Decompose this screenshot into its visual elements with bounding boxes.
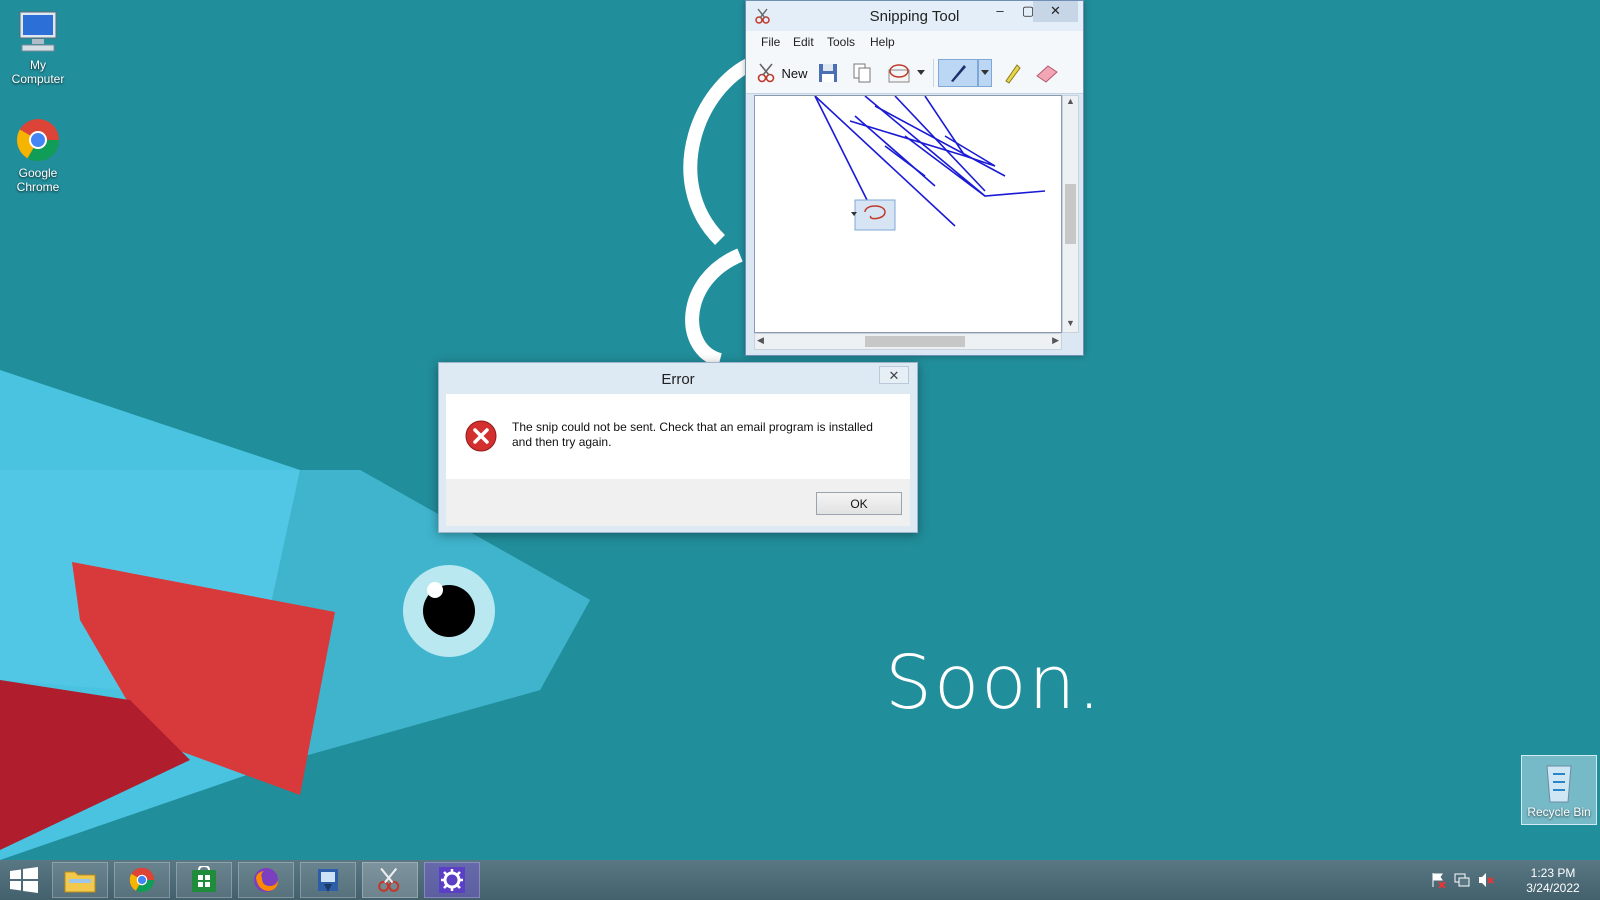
minimize-icon: – <box>996 3 1004 18</box>
copy-button[interactable] <box>848 59 876 87</box>
app-icon <box>318 869 338 892</box>
error-message-line: and then try again. <box>512 435 612 449</box>
horizontal-scrollbar[interactable]: ◀ ▶ <box>754 333 1062 350</box>
send-snip-button[interactable] <box>884 59 914 87</box>
pen-icon <box>951 65 966 82</box>
snip-canvas[interactable] <box>754 95 1062 333</box>
recycle-bin-label: Recycle Bin <box>1527 805 1591 819</box>
taskbar-chrome[interactable] <box>114 862 170 898</box>
minimize-button[interactable]: – <box>987 1 1013 22</box>
start-button[interactable] <box>6 864 42 896</box>
volume-muted-icon[interactable] <box>1478 872 1494 888</box>
copy-icon <box>853 63 871 83</box>
pen-drawing <box>814 96 1046 231</box>
menu-help[interactable]: Help <box>870 35 895 49</box>
error-icon <box>465 420 497 452</box>
vertical-scrollbar[interactable]: ▲ ▼ <box>1062 95 1079 333</box>
scroll-down-arrow[interactable]: ▼ <box>1063 318 1078 332</box>
scroll-up-arrow[interactable]: ▲ <box>1063 96 1078 110</box>
menu-edit[interactable]: Edit <box>793 35 814 49</box>
snipping-tool-titlebar[interactable]: Snipping Tool – ▢ ✕ <box>746 1 1083 31</box>
start-icon <box>10 867 38 893</box>
save-button[interactable] <box>814 59 842 87</box>
error-dialog-body: The snip could not be sent. Check that a… <box>446 394 910 479</box>
new-snip-label: New <box>781 65 808 81</box>
firefox-icon <box>254 868 278 892</box>
network-icon[interactable] <box>1454 872 1470 888</box>
desktop-icon-recycle-bin[interactable]: Recycle Bin <box>1521 755 1597 825</box>
menu-bar: File Edit Tools Help <box>746 31 1083 53</box>
scissors-icon <box>758 63 775 83</box>
snipping-tool-icon <box>378 867 400 892</box>
error-message: The snip could not be sent. Check that a… <box>512 420 892 450</box>
save-icon <box>819 64 837 82</box>
pen-dropdown[interactable] <box>978 59 992 87</box>
send-snip-icon <box>888 64 910 83</box>
desktop-icon-label: Chrome <box>16 180 60 194</box>
error-dialog: Error ✕ The snip could not be sent. Chec… <box>438 362 918 533</box>
desktop-icon-google-chrome[interactable]: Google Chrome <box>0 116 76 194</box>
snipping-tool-window: Snipping Tool – ▢ ✕ File Edit Tools Help… <box>745 0 1084 356</box>
taskbar: 1:23 PM 3/24/2022 <box>0 860 1600 900</box>
taskbar-app[interactable] <box>300 862 356 898</box>
chrome-icon <box>14 116 62 164</box>
scroll-left-arrow[interactable]: ◀ <box>757 335 764 346</box>
settings-icon <box>439 867 465 893</box>
desktop-icon-label: Google <box>18 166 58 180</box>
menu-tools[interactable]: Tools <box>827 35 855 49</box>
recycle-bin-icon <box>1546 765 1572 803</box>
scroll-right-arrow[interactable]: ▶ <box>1052 335 1059 346</box>
menu-file[interactable]: File <box>761 35 780 49</box>
send-snip-dropdown[interactable] <box>914 59 928 87</box>
dropdown-arrow-icon <box>981 70 989 75</box>
clock-time: 1:23 PM <box>1530 866 1576 880</box>
eraser-button[interactable] <box>1032 59 1062 87</box>
store-icon <box>192 866 216 892</box>
toolbar-separator <box>933 59 934 87</box>
close-icon: ✕ <box>888 368 900 383</box>
taskbar-clock[interactable]: 1:23 PM 3/24/2022 <box>1518 866 1588 896</box>
close-icon: ✕ <box>1050 3 1061 18</box>
highlighter-icon <box>1005 64 1021 84</box>
desktop-icon-label: Computer <box>11 72 65 86</box>
error-dialog-close-button[interactable]: ✕ <box>879 366 909 384</box>
clock-date: 3/24/2022 <box>1526 881 1580 895</box>
taskbar-settings[interactable] <box>424 862 480 898</box>
vertical-scroll-thumb[interactable] <box>1065 184 1076 244</box>
wallpaper-soon-text: Soon. <box>885 640 1103 726</box>
action-center-flag-icon[interactable] <box>1430 872 1446 889</box>
desktop-icon-my-computer[interactable]: My Computer <box>0 8 76 86</box>
computer-icon <box>14 8 62 56</box>
pen-button[interactable] <box>938 59 978 87</box>
close-button[interactable]: ✕ <box>1033 1 1078 22</box>
error-dialog-footer: OK <box>446 479 910 526</box>
taskbar-firefox[interactable] <box>238 862 294 898</box>
file-explorer-icon <box>64 871 96 893</box>
dropdown-arrow-icon <box>917 70 925 75</box>
error-dialog-title: Error <box>661 371 695 388</box>
taskbar-store[interactable] <box>176 862 232 898</box>
eraser-icon <box>1036 65 1058 83</box>
toolbar: New <box>746 53 1083 94</box>
taskbar-file-explorer[interactable] <box>52 862 108 898</box>
desktop-icon-label: My <box>30 58 46 72</box>
chrome-icon <box>129 867 155 893</box>
error-message-line: The snip could not be sent. Check that a… <box>512 420 873 434</box>
system-tray: 1:23 PM 3/24/2022 <box>1398 860 1588 900</box>
highlighter-button[interactable] <box>998 59 1026 87</box>
ok-button[interactable]: OK <box>816 492 902 515</box>
new-snip-button[interactable]: New <box>754 59 810 87</box>
horizontal-scroll-thumb[interactable] <box>865 336 965 347</box>
taskbar-snipping-tool[interactable] <box>362 862 418 898</box>
